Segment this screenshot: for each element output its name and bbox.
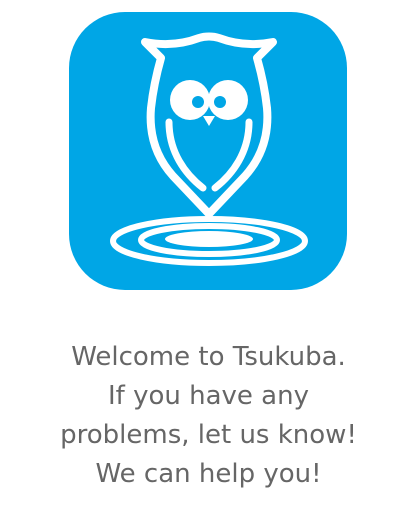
owl-right-eye [208,80,248,120]
app-icon-background [69,12,347,290]
welcome-message: Welcome to Tsukuba. If you have any prob… [0,338,417,494]
welcome-line-4: We can help you! [95,459,322,489]
owl-left-pupil [192,96,204,108]
ground-ring-inner [165,231,253,247]
owl-location-pin-icon [69,12,347,290]
welcome-line-3: problems, let us know! [60,420,357,450]
owl-left-eye [170,80,210,120]
welcome-line-1: Welcome to Tsukuba. [71,342,346,372]
owl-right-pupil [214,96,226,108]
welcome-line-2: If you have any [108,381,309,411]
